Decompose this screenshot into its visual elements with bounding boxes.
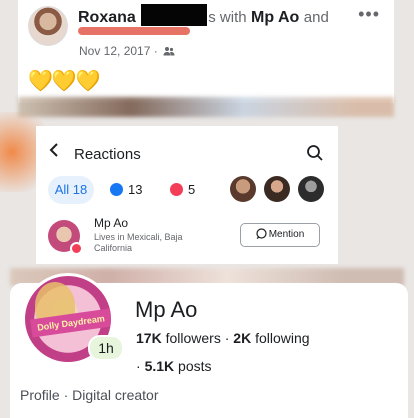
love-reaction-icon (70, 242, 83, 255)
search-icon[interactable] (306, 144, 324, 162)
love-icon (170, 183, 183, 196)
followers-label[interactable]: followers (166, 330, 221, 346)
mention-icon (256, 228, 267, 239)
stats-separator: · (224, 330, 230, 346)
friends-icon (163, 47, 175, 56)
like-count: 13 (128, 182, 143, 197)
reactor-avatar[interactable] (264, 176, 290, 202)
following-count[interactable]: 2K (233, 330, 251, 346)
tab-love-reactions[interactable]: 5 (170, 176, 195, 204)
reactions-panel: Reactions All 18 13 5 Mp Ao Lives in Mex… (36, 126, 338, 264)
tab-all-reactions[interactable]: All 18 (48, 176, 94, 204)
reactor-location: Lives in Mexicali, Baja California (94, 232, 183, 253)
author-avatar[interactable] (28, 6, 68, 46)
posts-label: posts (178, 358, 212, 374)
mention-label: Mention (268, 229, 305, 240)
reactor-avatar[interactable] (230, 176, 256, 202)
story-time-badge: 1h (88, 335, 124, 361)
tagged-name[interactable]: Mp Ao (251, 9, 299, 26)
profile-card: Dolly Daydream 1h Mp Ao 17K followers · … (10, 273, 408, 418)
profile-stats: 17K followers · 2K following (136, 330, 310, 346)
tab-like-reactions[interactable]: 13 (110, 176, 142, 204)
yellow-heart-icon: 💛 (75, 70, 101, 92)
like-icon (110, 183, 123, 196)
reaction-filters: All 18 13 5 (48, 176, 328, 204)
redaction-bar (141, 4, 208, 26)
reactor-avatar[interactable] (298, 176, 324, 202)
posts-prefix: · (136, 358, 141, 374)
post-author-line: Roxana s with Mp Ao and (78, 4, 329, 27)
redaction-scribble (78, 27, 190, 35)
yellow-hearts: 💛💛💛 (28, 68, 101, 93)
following-label[interactable]: following (255, 330, 309, 346)
profile-category: Profile · Digital creator (20, 387, 159, 403)
reactor-avatar[interactable] (48, 220, 83, 255)
blurred-photo-strip (18, 97, 394, 117)
with-text: s with (208, 9, 247, 26)
love-count: 5 (188, 182, 196, 197)
more-options-icon[interactable]: ••• (358, 4, 380, 25)
posts-count: 5.1K (144, 358, 175, 374)
post-date-text: Nov 12, 2017 · (79, 44, 158, 58)
profile-name: Mp Ao (135, 297, 198, 322)
back-chevron-icon[interactable] (48, 142, 60, 163)
yellow-heart-icon: 💛 (51, 70, 77, 92)
author-name[interactable]: Roxana (78, 9, 136, 26)
post-header: Roxana s with Mp Ao and Nov 12, 2017 · •… (18, 0, 394, 103)
followers-count[interactable]: 17K (136, 330, 162, 346)
yellow-heart-icon: 💛 (28, 70, 53, 92)
profile-posts: · 5.1K posts (136, 358, 212, 374)
reactions-title: Reactions (74, 146, 141, 163)
mention-button[interactable]: Mention (240, 223, 320, 247)
post-date[interactable]: Nov 12, 2017 · (79, 44, 175, 58)
reactor-name[interactable]: Mp Ao (94, 216, 128, 230)
and-text: and (303, 9, 329, 26)
